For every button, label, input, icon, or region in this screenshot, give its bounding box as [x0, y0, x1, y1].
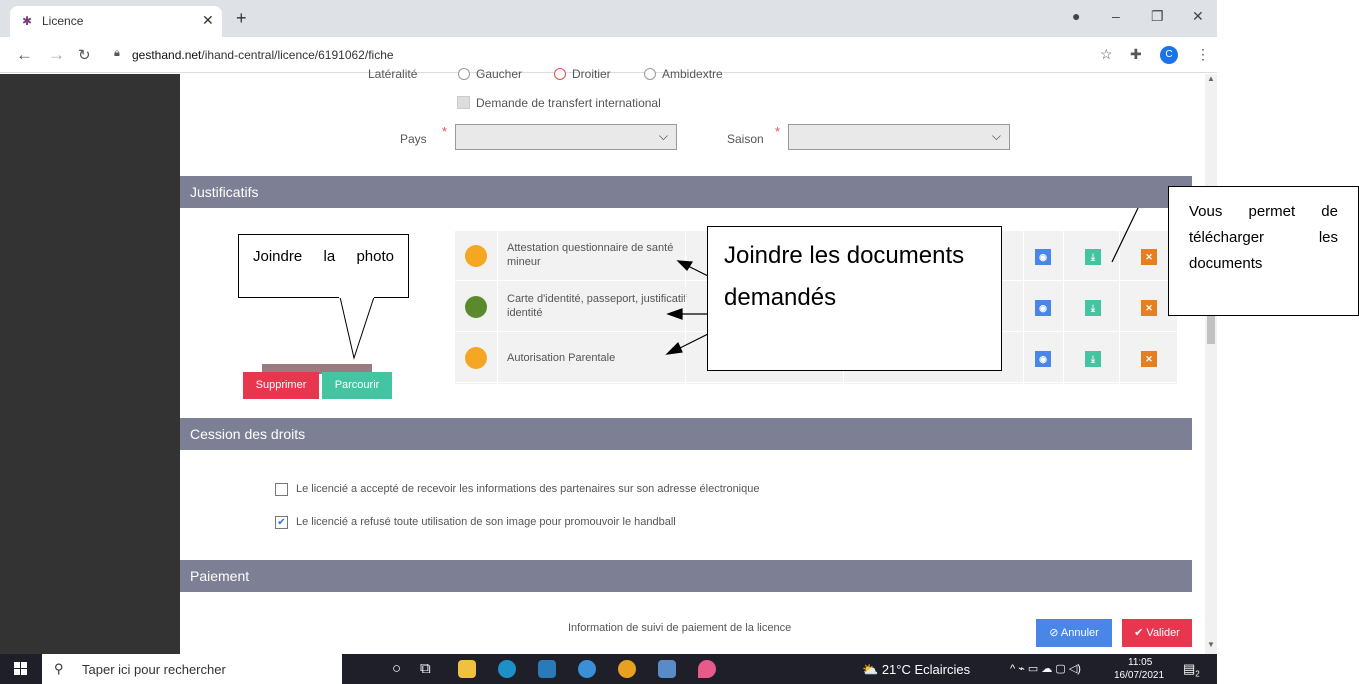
calculator-icon[interactable] [538, 660, 556, 678]
skype-icon[interactable] [578, 660, 596, 678]
photo-callout-tail [339, 296, 375, 360]
clock-date: 16/07/2021 [1114, 670, 1165, 681]
photo-callout-text: Joindre la photo [253, 248, 394, 265]
cortana-icon[interactable]: ○ [392, 660, 401, 677]
documents-callout: Joindre les documents demandés [707, 226, 1002, 371]
arrow-head [666, 308, 683, 320]
arrow-head [665, 341, 683, 355]
arrow-head [676, 260, 694, 271]
search-icon: ⚲ [54, 661, 64, 676]
clock-time: 11:05 [1128, 657, 1153, 668]
notification-count: 2 [1195, 669, 1200, 679]
windows-start-icon[interactable] [14, 662, 28, 676]
search-placeholder: Taper ici pour rechercher [82, 662, 226, 677]
callout-tail-joint [339, 295, 374, 298]
weather-widget: ⛅ 21°C Eclaircies [862, 662, 970, 678]
paint-icon[interactable] [698, 660, 716, 678]
callout-pointers [339, 207, 1139, 360]
notification-icon[interactable]: ▤2 [1183, 661, 1200, 679]
photo-callout: Joindre la photo [238, 234, 409, 298]
documents-callout-text: Joindre les documents demandés [724, 242, 965, 311]
file-explorer-icon[interactable] [458, 660, 476, 678]
task-view-icon[interactable]: ⧉ [420, 660, 431, 677]
download-callout-text: Vous permet de télécharger les documents [1189, 203, 1338, 272]
download-callout: Vous permet de télécharger les documents [1168, 186, 1359, 316]
system-tray-icons[interactable]: ^ ⌁ ▭ ☁ ▢ ◁) [1010, 662, 1081, 675]
pointer-line [1111, 207, 1139, 263]
weather-text: 21°C Eclaircies [881, 662, 971, 677]
word-icon[interactable] [658, 660, 676, 678]
chrome-icon[interactable] [618, 660, 636, 678]
taskbar-search[interactable]: ⚲ Taper ici pour rechercher [42, 654, 342, 684]
weather-icon: ⛅ [862, 662, 879, 677]
taskbar: ⚲ Taper ici pour rechercher ○ ⧉ ⛅ 21°C E… [0, 654, 1217, 684]
edge-icon[interactable] [498, 660, 516, 678]
